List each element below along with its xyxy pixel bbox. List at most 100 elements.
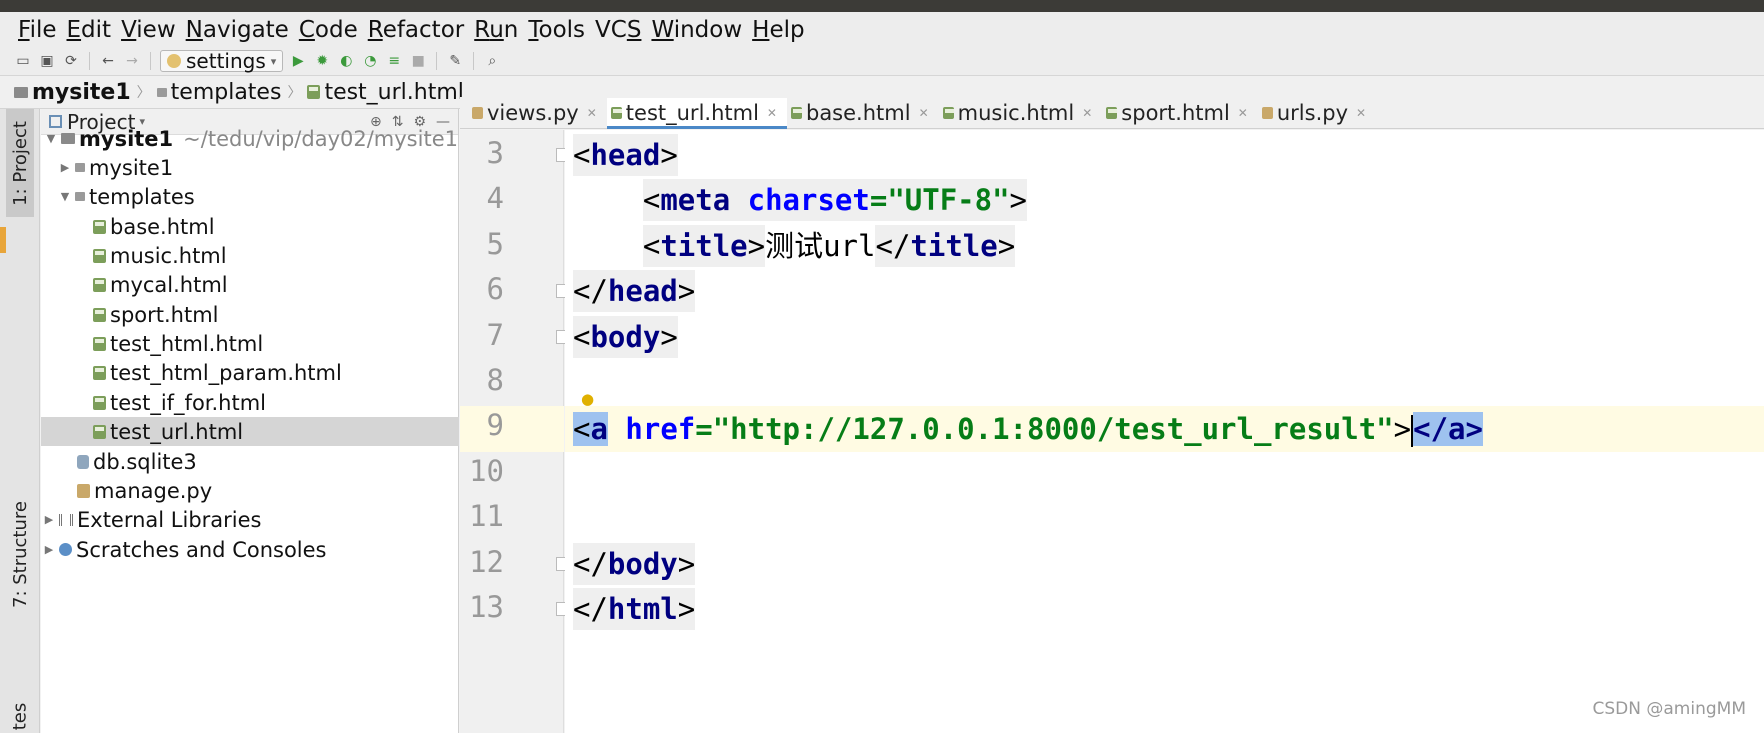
menu-tools[interactable]: Tools xyxy=(528,17,585,43)
forward-icon[interactable]: → xyxy=(123,52,141,70)
run-icon[interactable]: ▶ xyxy=(289,52,307,70)
line-number: 4 xyxy=(486,181,504,215)
line-number: 12 xyxy=(469,545,504,579)
close-icon[interactable]: ✕ xyxy=(919,106,929,120)
chevron-down-icon: ▾ xyxy=(270,54,277,68)
collapse-arrow-icon[interactable]: ▶ xyxy=(43,513,55,526)
stop-icon[interactable]: ■ xyxy=(409,52,427,70)
tool-tab-structure[interactable]: 7: Structure xyxy=(6,484,34,624)
expand-arrow-icon[interactable]: ▼ xyxy=(45,132,57,145)
sync-icon[interactable]: ⟳ xyxy=(62,52,80,70)
html-file-icon xyxy=(93,395,106,410)
code-editor[interactable]: ● <head> <meta charset="UTF-8"> <title>测… xyxy=(565,130,1764,733)
tab-urls-py[interactable]: urls.py ✕ xyxy=(1258,98,1376,128)
close-icon[interactable]: ✕ xyxy=(1238,106,1248,120)
code-line-6: </head> xyxy=(573,270,696,312)
expand-arrow-icon[interactable]: ▼ xyxy=(59,190,71,203)
html-file-icon xyxy=(1106,107,1118,119)
save-icon[interactable]: ▣ xyxy=(38,52,56,70)
tree-item-file[interactable]: music.html xyxy=(41,241,459,270)
open-icon[interactable]: ▭ xyxy=(14,52,32,70)
html-file-icon xyxy=(93,248,106,263)
search-icon[interactable]: ⌕ xyxy=(483,52,501,70)
collapse-arrow-icon[interactable]: ▶ xyxy=(43,543,55,556)
tree-item-file[interactable]: test_html.html xyxy=(41,329,459,358)
html-file-icon xyxy=(93,307,106,322)
menu-code[interactable]: Code xyxy=(299,17,358,43)
menu-navigate[interactable]: Navigate xyxy=(186,17,289,43)
line-number: 8 xyxy=(486,363,504,397)
tab-music-html[interactable]: music.html ✕ xyxy=(939,98,1103,128)
close-icon[interactable]: ✕ xyxy=(767,106,777,120)
toolbar-divider xyxy=(150,52,151,70)
tree-item-file[interactable]: test_html_param.html xyxy=(41,358,459,387)
tree-item-file[interactable]: db.sqlite3 xyxy=(41,447,459,476)
menu-edit[interactable]: Edit xyxy=(67,17,112,43)
tree-item-file[interactable]: manage.py xyxy=(41,476,459,505)
toolbar-divider xyxy=(436,52,438,70)
chevron-right-icon: 〉 xyxy=(136,85,151,101)
tree-item-file[interactable]: sport.html xyxy=(41,300,459,329)
tab-test-url-html[interactable]: test_url.html ✕ xyxy=(606,98,788,129)
tree-item-external-libraries[interactable]: ▶ External Libraries xyxy=(41,505,459,534)
debug-icon[interactable]: ✹ xyxy=(313,52,331,70)
menu-view[interactable]: View xyxy=(121,17,176,43)
run-configuration-dropdown[interactable]: settings ▾ xyxy=(160,49,284,73)
library-icon xyxy=(59,513,73,526)
main-toolbar: ▭ ▣ ⟳ ← → settings ▾ ▶ ✹ ◐ ◔ ≡ ■ ✎ ⌕ xyxy=(0,47,1764,76)
tab-views-py[interactable]: views.py ✕ xyxy=(468,98,607,128)
html-file-icon xyxy=(93,365,106,380)
profile-icon[interactable]: ◔ xyxy=(361,52,379,70)
python-file-icon xyxy=(77,483,90,498)
breadcrumb-project[interactable]: mysite1 xyxy=(14,80,131,105)
tree-item-scratches[interactable]: ▶ Scratches and Consoles xyxy=(41,535,459,564)
back-icon[interactable]: ← xyxy=(99,52,117,70)
tree-item-templates[interactable]: ▼ templates xyxy=(41,182,459,211)
collapse-arrow-icon[interactable]: ▶ xyxy=(59,161,71,174)
python-file-icon xyxy=(1261,107,1273,119)
tree-item-file[interactable]: test_if_for.html xyxy=(41,388,459,417)
line-number: 10 xyxy=(469,454,504,488)
coverage-icon[interactable]: ◐ xyxy=(337,52,355,70)
tree-item-file-selected[interactable]: test_url.html xyxy=(41,417,459,446)
menu-help[interactable]: Help xyxy=(752,17,804,43)
folder-icon xyxy=(156,87,167,97)
concurrency-icon[interactable]: ≡ xyxy=(385,52,403,70)
lightbulb-icon[interactable]: ● xyxy=(581,390,594,408)
html-file-icon xyxy=(93,424,106,439)
folder-icon xyxy=(61,133,75,144)
run-config-label: settings xyxy=(186,49,266,73)
menu-vcs[interactable]: VCS xyxy=(595,17,641,43)
tree-item-mysite1-package[interactable]: ▶ mysite1 xyxy=(41,153,459,182)
breadcrumb-file[interactable]: test_url.html xyxy=(307,80,464,105)
tool-tab-project[interactable]: 1: Project xyxy=(6,109,34,217)
tree-item-project-root[interactable]: ▼ mysite1 ~/tedu/vip/day02/mysite1 xyxy=(41,124,459,153)
html-file-icon xyxy=(93,277,106,292)
accent-marker xyxy=(0,227,6,253)
close-icon[interactable]: ✕ xyxy=(1356,106,1366,120)
html-file-icon xyxy=(93,336,106,351)
menu-window[interactable]: Window xyxy=(651,17,742,43)
line-number: 5 xyxy=(486,227,504,261)
database-file-icon xyxy=(77,454,89,469)
toolbar-divider xyxy=(473,52,475,70)
code-line-7: <body> xyxy=(573,316,678,358)
tool-tab-favorites[interactable]: tes xyxy=(6,699,34,733)
code-line-5: <title>测试url</title> xyxy=(573,225,1016,267)
project-panel: Project ▾ ⊕ ⇅ ⚙ — ▼ mysite1 ~/tedu/vip/d… xyxy=(41,109,459,733)
html-file-icon xyxy=(610,107,622,119)
tree-item-file[interactable]: base.html xyxy=(41,212,459,241)
tree-item-file[interactable]: mycal.html xyxy=(41,270,459,299)
tab-sport-html[interactable]: sport.html ✕ xyxy=(1102,98,1258,128)
breadcrumb-templates[interactable]: templates xyxy=(156,80,281,105)
close-icon[interactable]: ✕ xyxy=(1082,106,1092,120)
html-file-icon xyxy=(942,107,954,119)
menu-bar: File Edit View Navigate Code Refactor Ru… xyxy=(0,12,1764,47)
menu-file[interactable]: File xyxy=(18,17,57,43)
tab-base-html[interactable]: base.html ✕ xyxy=(787,98,939,128)
menu-run[interactable]: Run xyxy=(474,17,518,43)
settings-wrench-icon[interactable]: ✎ xyxy=(446,52,464,70)
menu-refactor[interactable]: Refactor xyxy=(368,17,465,43)
line-number: 7 xyxy=(486,318,504,352)
close-icon[interactable]: ✕ xyxy=(587,106,597,120)
